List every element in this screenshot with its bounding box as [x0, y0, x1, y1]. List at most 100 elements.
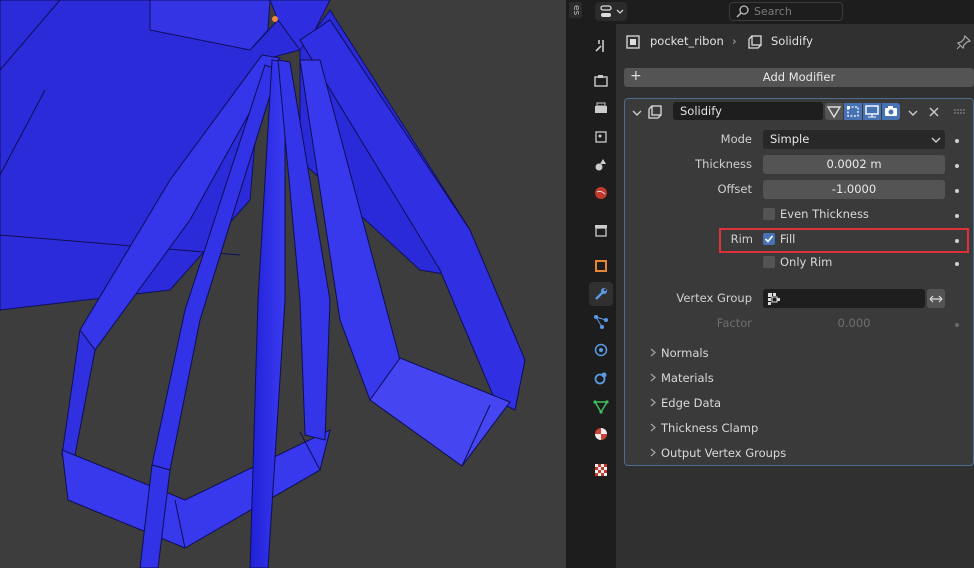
- even-thickness-checkbox[interactable]: [763, 208, 775, 220]
- wrench-icon: [595, 288, 607, 300]
- solidify-modifier-icon: [748, 35, 762, 49]
- tab-physics[interactable]: [589, 338, 613, 362]
- camera-icon: [885, 106, 897, 116]
- properties-editor-icon: [600, 5, 624, 17]
- dropdown-chevron-icon[interactable]: [906, 106, 920, 120]
- rim-fill-highlight: [719, 228, 969, 253]
- drag-handle-icon[interactable]: [953, 107, 967, 117]
- tab-material[interactable]: [589, 422, 613, 446]
- factor-label: Factor: [716, 316, 752, 330]
- toggle-render[interactable]: [882, 103, 900, 120]
- tab-output[interactable]: [589, 97, 613, 121]
- keyframe-dot[interactable]: [955, 214, 959, 218]
- particles-icon: [594, 315, 608, 329]
- offset-field[interactable]: -1.0000: [763, 180, 945, 199]
- mesh-render: [0, 0, 526, 568]
- solidify-modifier-panel: Solidify Mode Simple Thickness 0.0002 m …: [624, 98, 974, 466]
- only-rim-checkbox[interactable]: [763, 256, 775, 268]
- add-modifier-label: Add Modifier: [762, 70, 836, 84]
- chevron-down-icon[interactable]: [631, 107, 643, 119]
- tab-collection[interactable]: [589, 218, 613, 242]
- area-divider: es: [566, 0, 586, 568]
- constraints-icon: [594, 372, 607, 385]
- chevron-right-icon: [649, 396, 661, 410]
- fill-checkbox[interactable]: [763, 233, 775, 245]
- subpanel-normals[interactable]: Normals: [649, 346, 709, 360]
- subpanel-materials[interactable]: Materials: [649, 371, 714, 385]
- vertex-group-label: Vertex Group: [676, 291, 752, 305]
- toggle-viewport[interactable]: [863, 103, 881, 120]
- subpanel-thickness-clamp[interactable]: Thickness Clamp: [649, 421, 758, 435]
- factor-field[interactable]: 0.000: [763, 314, 945, 333]
- breadcrumb-object: pocket_ribon: [650, 34, 724, 48]
- tab-tool[interactable]: [589, 34, 613, 58]
- breadcrumb-modifier: Solidify: [771, 34, 813, 48]
- tab-texture[interactable]: [589, 458, 613, 482]
- only-rim-label: Only Rim: [780, 255, 833, 269]
- tab-render[interactable]: [589, 69, 613, 93]
- subpanel-label: Edge Data: [661, 396, 722, 410]
- fill-label: Fill: [780, 232, 796, 246]
- editor-type-button[interactable]: [595, 2, 627, 21]
- tab-modifiers[interactable]: [589, 282, 613, 306]
- vertex-group-icon: [768, 293, 780, 305]
- checkmark-icon: [764, 235, 774, 243]
- solidify-modifier-icon: [648, 105, 662, 119]
- image-stack-icon: [595, 131, 607, 143]
- close-icon[interactable]: [927, 105, 941, 119]
- keyframe-dot[interactable]: [955, 189, 959, 193]
- mesh-data-icon: [593, 400, 609, 414]
- world-icon: [595, 187, 607, 199]
- tab-world[interactable]: [589, 181, 613, 205]
- tab-object[interactable]: [589, 254, 613, 278]
- search-placeholder: Search: [754, 5, 792, 18]
- subpanel-output-vertex-groups[interactable]: Output Vertex Groups: [649, 446, 786, 460]
- keyframe-dot[interactable]: [955, 164, 959, 168]
- properties-editor: Search pocket_ribon › Solidify + Add Mod…: [586, 0, 974, 568]
- keyframe-dot[interactable]: [955, 239, 959, 243]
- keyframe-dot[interactable]: [955, 262, 959, 266]
- tab-view-layer[interactable]: [589, 125, 613, 149]
- even-thickness-label: Even Thickness: [780, 207, 869, 221]
- object-square-icon: [595, 260, 607, 272]
- mode-dropdown[interactable]: Simple: [763, 130, 945, 149]
- add-modifier-button[interactable]: + Add Modifier: [624, 68, 974, 87]
- tab-constraints[interactable]: [589, 366, 613, 390]
- double-arrow-icon: [929, 295, 943, 303]
- keyframe-dot[interactable]: [955, 139, 959, 143]
- tab-particles[interactable]: [589, 310, 613, 334]
- modifier-name: Solidify: [680, 104, 722, 118]
- search-icon: [736, 5, 749, 18]
- tab-data[interactable]: [589, 394, 613, 418]
- subpanel-label: Output Vertex Groups: [661, 446, 787, 460]
- object-icon: [626, 35, 640, 49]
- properties-header: Search: [586, 0, 974, 24]
- chevron-down-icon: [931, 137, 941, 143]
- subpanel-label: Thickness Clamp: [661, 421, 759, 435]
- thickness-field[interactable]: 0.0002 m: [763, 155, 945, 174]
- modifier-name-field[interactable]: Solidify: [673, 102, 823, 120]
- texture-checker-icon: [595, 464, 607, 476]
- rim-label: Rim: [730, 232, 753, 246]
- properties-tab-bar: [586, 24, 616, 568]
- toggle-on-cage[interactable]: [825, 103, 843, 120]
- chevron-right-icon: [649, 446, 661, 460]
- thickness-label: Thickness: [695, 157, 752, 171]
- sidebar-tab[interactable]: es: [569, 2, 582, 18]
- tab-scene[interactable]: [589, 153, 613, 177]
- breadcrumb-separator: ›: [732, 34, 737, 48]
- subpanel-label: Materials: [661, 371, 714, 385]
- subpanel-edge-data[interactable]: Edge Data: [649, 396, 721, 410]
- collection-box-icon: [595, 225, 607, 237]
- 3d-viewport[interactable]: [0, 0, 566, 568]
- toggle-edit-mode[interactable]: [844, 103, 862, 120]
- monitor-icon: [865, 105, 879, 118]
- mode-label: Mode: [720, 132, 752, 146]
- vertex-group-field[interactable]: [763, 289, 925, 308]
- keyframe-dot[interactable]: [955, 323, 959, 327]
- invert-vertex-group-button[interactable]: [927, 289, 945, 308]
- offset-label: Offset: [717, 182, 752, 196]
- pin-icon[interactable]: [956, 34, 972, 50]
- printer-icon: [595, 102, 607, 113]
- search-field[interactable]: Search: [729, 2, 843, 21]
